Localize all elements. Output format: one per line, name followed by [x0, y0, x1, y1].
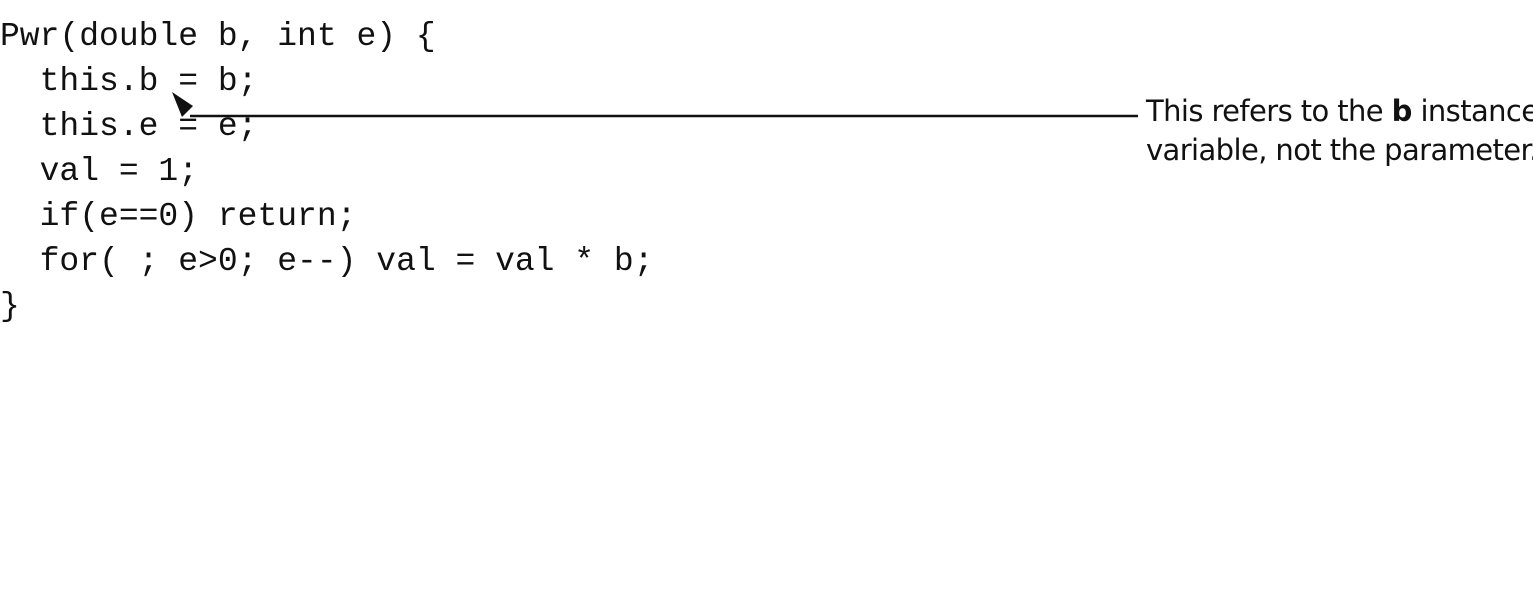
code-line-4: val = 1;: [0, 153, 199, 190]
code-line-5: if(e==0) return;: [0, 198, 357, 235]
callout-highlight: b: [1391, 94, 1413, 128]
callout-text-before: This refers to the: [1146, 94, 1392, 128]
callout-note: This refers to the b instance variable, …: [1146, 92, 1533, 170]
code-line-6: for( ; e>0; e--) val = val * b;: [0, 243, 654, 280]
callout-line-2: variable, not the parameter.: [1146, 133, 1533, 167]
code-listing: Pwr(double b, int e) { this.b = b; this.…: [0, 14, 654, 329]
callout-text-after: instance: [1411, 94, 1533, 128]
code-line-7: }: [0, 288, 20, 325]
callout-line-1: This refers to the b instance: [1146, 92, 1533, 131]
code-line-3: this.e = e;: [0, 108, 258, 145]
code-line-1: Pwr(double b, int e) {: [0, 18, 436, 55]
code-line-2: this.b = b;: [0, 63, 258, 100]
